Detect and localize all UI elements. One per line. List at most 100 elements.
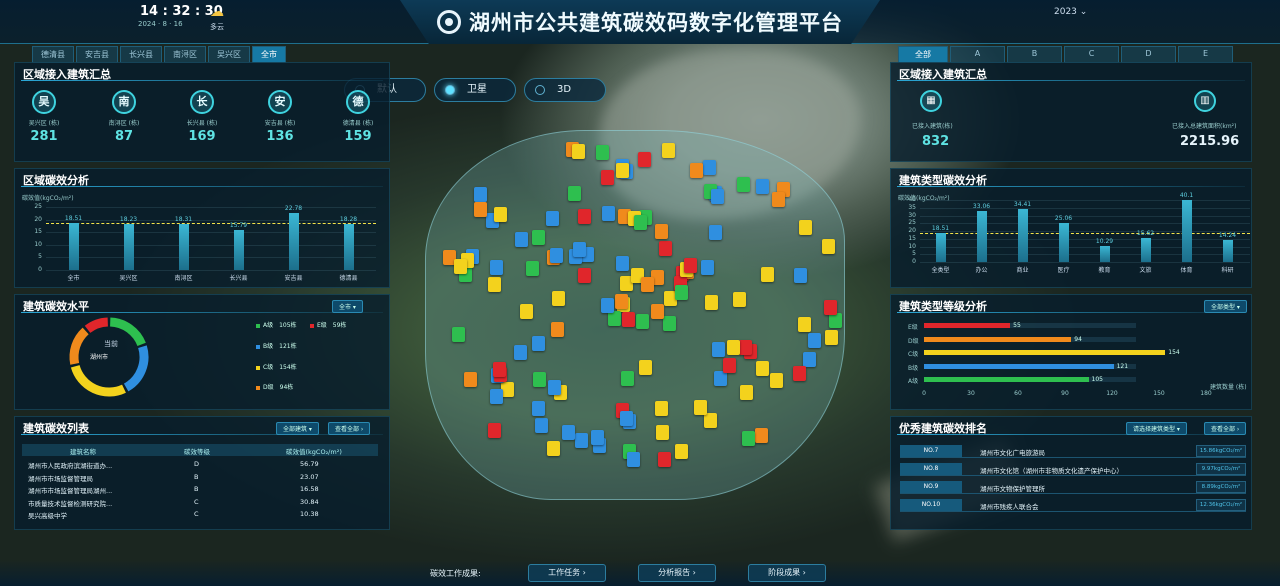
building-marker[interactable] xyxy=(700,260,714,276)
building-marker[interactable] xyxy=(761,266,775,282)
building-marker[interactable] xyxy=(637,151,651,167)
building-marker[interactable] xyxy=(802,351,816,367)
analysis-report-button[interactable]: 分析报告 › xyxy=(638,564,716,582)
building-marker[interactable] xyxy=(772,192,786,208)
building-marker[interactable] xyxy=(797,316,811,332)
building-marker[interactable] xyxy=(737,177,751,193)
building-marker[interactable] xyxy=(626,451,640,467)
building-marker[interactable] xyxy=(702,159,716,175)
building-marker[interactable] xyxy=(732,292,746,308)
ranking-row[interactable]: NO.7 湖州市文化广电旅游局 15.86kgCO₂/m² xyxy=(900,444,1246,458)
building-marker[interactable] xyxy=(640,277,654,293)
tab-grade-e[interactable]: E xyxy=(1178,46,1233,63)
building-marker[interactable] xyxy=(607,311,621,327)
tab-grade-d[interactable]: D xyxy=(1121,46,1176,63)
building-marker[interactable] xyxy=(531,335,545,351)
table-row[interactable]: 湖州市人民政府滨湖街道办... D 56.79 xyxy=(22,459,378,471)
building-marker[interactable] xyxy=(722,358,736,374)
table-row[interactable]: 吴兴高级中学 C 10.38 xyxy=(22,509,378,521)
building-marker[interactable] xyxy=(824,329,838,345)
building-marker[interactable] xyxy=(712,342,726,357)
tab-grade-all[interactable]: 全部 xyxy=(898,46,948,63)
table-row[interactable]: 湖州市市场监督管理局 B 23.07 xyxy=(22,472,378,484)
building-marker[interactable] xyxy=(474,187,488,203)
ranking-row[interactable]: NO.10 湖州市残疾人联合会 12.36kgCO₂/m² xyxy=(900,498,1246,512)
building-marker[interactable] xyxy=(675,443,689,459)
type-filter-dropdown[interactable]: 全部类型 ▾ xyxy=(1204,300,1247,313)
building-marker[interactable] xyxy=(615,293,629,309)
building-marker[interactable] xyxy=(616,162,630,178)
building-marker[interactable] xyxy=(710,188,724,204)
building-marker[interactable] xyxy=(577,268,591,284)
building-filter-dropdown[interactable]: 全部建筑 ▾ xyxy=(276,422,319,435)
ranking-view-all-button[interactable]: 查看全部 › xyxy=(1204,422,1247,435)
building-marker[interactable] xyxy=(514,232,528,248)
table-row[interactable]: 市质量技术监督检测研究院... C 30.84 xyxy=(22,497,378,509)
tab-grade-b[interactable]: B xyxy=(1007,46,1062,63)
building-marker[interactable] xyxy=(501,382,515,398)
building-marker[interactable] xyxy=(526,260,540,276)
building-marker[interactable] xyxy=(488,277,502,293)
building-marker[interactable] xyxy=(535,417,549,433)
building-marker[interactable] xyxy=(756,361,770,377)
building-marker[interactable] xyxy=(633,215,647,231)
building-marker[interactable] xyxy=(545,210,559,226)
ranking-row[interactable]: NO.9 湖州市文物保护管理所 8.89kgCO₂/m² xyxy=(900,480,1246,494)
building-marker[interactable] xyxy=(754,427,768,443)
building-marker[interactable] xyxy=(738,339,752,355)
building-marker[interactable] xyxy=(655,424,669,440)
level-scope-dropdown[interactable]: 全市 ▾ xyxy=(332,300,363,313)
building-marker[interactable] xyxy=(490,388,504,404)
building-marker[interactable] xyxy=(494,206,508,222)
building-marker[interactable] xyxy=(615,255,629,271)
stage-results-button[interactable]: 阶段成果 › xyxy=(748,564,826,582)
building-marker[interactable] xyxy=(550,247,564,263)
building-marker[interactable] xyxy=(546,441,560,457)
table-row[interactable]: 湖州市市场监督管理局湖州... B 16.58 xyxy=(22,484,378,496)
view-satellite-button[interactable]: 卫星 xyxy=(434,78,516,102)
building-marker[interactable] xyxy=(596,145,610,161)
building-marker[interactable] xyxy=(708,224,722,240)
building-marker[interactable] xyxy=(591,430,605,446)
building-marker[interactable] xyxy=(489,259,503,275)
building-type-select[interactable]: 请选择建筑类型 ▾ xyxy=(1126,422,1187,435)
building-marker[interactable] xyxy=(533,371,547,387)
building-marker[interactable] xyxy=(572,143,586,159)
tab-wuxing[interactable]: 吴兴区 xyxy=(208,46,250,63)
year-selector[interactable]: 2023 ⌄ xyxy=(1054,7,1087,17)
building-marker[interactable] xyxy=(568,185,582,201)
view-3d-button[interactable]: 3D xyxy=(524,78,606,102)
building-marker[interactable] xyxy=(639,359,653,375)
building-marker[interactable] xyxy=(662,316,676,332)
building-marker[interactable] xyxy=(620,371,634,387)
building-marker[interactable] xyxy=(714,370,728,386)
building-marker[interactable] xyxy=(808,333,822,349)
building-marker[interactable] xyxy=(600,298,614,314)
building-marker[interactable] xyxy=(548,380,562,396)
building-marker[interactable] xyxy=(619,411,633,427)
building-marker[interactable] xyxy=(823,299,837,315)
building-marker[interactable] xyxy=(650,303,664,319)
building-marker[interactable] xyxy=(661,142,675,158)
building-marker[interactable] xyxy=(654,224,668,240)
tab-nanxun[interactable]: 南浔区 xyxy=(164,46,206,63)
building-marker[interactable] xyxy=(622,312,636,328)
building-marker[interactable] xyxy=(822,238,836,254)
building-marker[interactable] xyxy=(601,206,615,222)
building-marker[interactable] xyxy=(454,259,468,275)
building-marker[interactable] xyxy=(756,178,770,194)
building-marker[interactable] xyxy=(575,432,589,448)
building-marker[interactable] xyxy=(474,202,488,218)
tab-deqing[interactable]: 德清县 xyxy=(32,46,74,63)
building-marker[interactable] xyxy=(601,169,615,185)
building-marker[interactable] xyxy=(488,422,502,438)
tab-grade-a[interactable]: A xyxy=(950,46,1005,63)
building-marker[interactable] xyxy=(694,400,708,416)
building-marker[interactable] xyxy=(684,257,698,273)
building-marker[interactable] xyxy=(578,209,591,225)
building-marker[interactable] xyxy=(798,219,812,235)
ranking-row[interactable]: NO.8 湖州市文化馆（湖州市非物质文化遗产保护中心） 9.97kgCO₂/m² xyxy=(900,462,1246,476)
building-marker[interactable] xyxy=(550,322,564,338)
tab-all-city[interactable]: 全市 xyxy=(252,46,286,63)
building-marker[interactable] xyxy=(792,365,806,381)
